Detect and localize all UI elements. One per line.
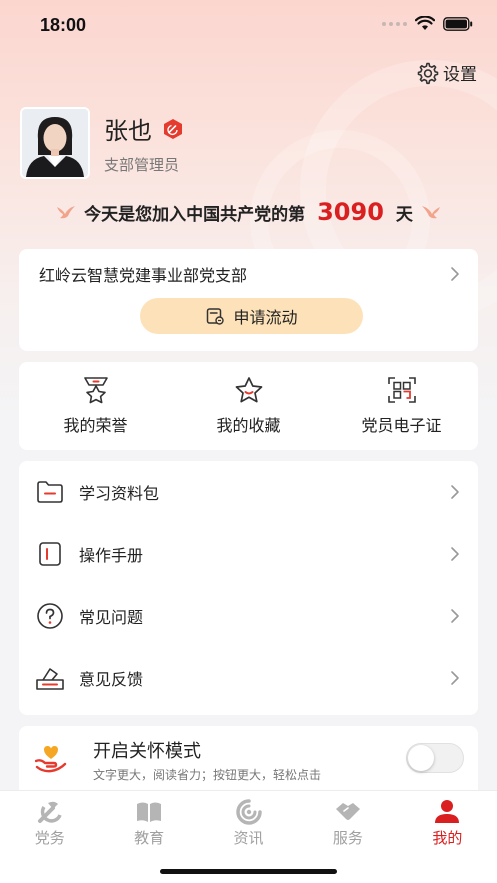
menu-item-manual[interactable]: 操作手册: [19, 523, 478, 585]
quick-action-label: 我的收藏: [216, 416, 281, 435]
star-icon: [235, 377, 262, 403]
branch-row[interactable]: 红岭云智慧党建事业部党支部: [39, 262, 460, 286]
menu-item-label: 意见反馈: [79, 670, 144, 689]
tab-education[interactable]: 教育: [99, 791, 198, 853]
care-mode-title: 开启关怀模式: [93, 741, 201, 762]
quick-action-label: 党员电子证: [361, 416, 442, 435]
care-mode-toggle[interactable]: [406, 743, 464, 773]
battery-icon: [443, 16, 473, 31]
tab-party-affairs[interactable]: 党务: [0, 791, 99, 853]
chevron-right-icon: [451, 547, 459, 561]
quick-action-honors[interactable]: 我的荣誉: [19, 362, 172, 450]
tab-mine[interactable]: 我的: [398, 791, 497, 853]
quick-actions-card: 我的荣誉 我的收藏 党员电子证: [19, 362, 478, 450]
book-icon: [137, 802, 162, 822]
tab-news[interactable]: 资讯: [199, 791, 298, 853]
status-bar: 18:00: [0, 0, 497, 50]
tab-label: 党务: [34, 829, 65, 847]
apply-transfer-button[interactable]: 申请流动: [140, 298, 363, 334]
settings-button[interactable]: 设置: [415, 60, 477, 85]
membership-days: 3090: [317, 198, 384, 226]
dove-right-icon: [421, 206, 440, 219]
user-icon: [435, 800, 460, 823]
branch-name: 红岭云智慧党建事业部党支部: [39, 266, 248, 285]
care-hands-icon: [35, 746, 67, 773]
menu-item-feedback[interactable]: 意见反馈: [19, 647, 478, 709]
handshake-icon: [335, 803, 360, 820]
qr-scan-icon: [387, 377, 416, 403]
quick-action-favorites[interactable]: 我的收藏: [172, 362, 325, 450]
settings-label: 设置: [443, 65, 477, 85]
gear-icon: [417, 62, 439, 84]
chevron-right-icon: [451, 485, 459, 499]
tab-label: 我的: [432, 829, 463, 847]
party-emblem-icon: [37, 801, 62, 823]
user-name: 张也: [104, 117, 152, 145]
apply-transfer-label: 申请流动: [233, 308, 298, 327]
banner-suffix: 天: [395, 204, 413, 225]
care-mode-description: 文字更大，阅读省力；按钮更大，轻松点击: [93, 768, 322, 782]
profile-section[interactable]: 张也 支部管理员: [20, 107, 184, 179]
status-time: 18:00: [40, 15, 87, 35]
chevron-right-icon: [451, 671, 459, 685]
toggle-knob: [408, 745, 434, 771]
quick-action-label: 我的荣誉: [63, 416, 128, 435]
chevron-right-icon: [451, 267, 459, 281]
menu-item-label: 常见问题: [79, 608, 144, 627]
cellular-signal-icon: [382, 21, 407, 26]
home-indicator: [160, 869, 337, 874]
menu-list-card: 学习资料包 操作手册 常见问题 意见反馈: [19, 461, 478, 715]
party-badge-icon: [164, 118, 182, 139]
news-icon: [235, 799, 262, 825]
tab-services[interactable]: 服务: [298, 791, 397, 853]
folder-icon: [37, 481, 63, 503]
wifi-icon: [415, 16, 435, 30]
user-role: 支部管理员: [104, 156, 180, 174]
membership-days-banner: 今天是您加入中国共产党的第 3090 天: [0, 198, 497, 226]
tab-label: 教育: [134, 829, 165, 847]
dove-left-icon: [57, 206, 76, 219]
menu-item-label: 操作手册: [79, 546, 144, 565]
tab-label: 服务: [332, 829, 363, 847]
transfer-doc-icon: [207, 308, 225, 325]
manual-icon: [39, 542, 61, 566]
banner-prefix: 今天是您加入中国共产党的第: [84, 204, 306, 225]
branch-card: 红岭云智慧党建事业部党支部 申请流动: [19, 249, 478, 351]
tab-label: 资讯: [233, 829, 264, 847]
question-icon: [37, 603, 63, 629]
chevron-right-icon: [451, 609, 459, 623]
feedback-icon: [36, 668, 64, 690]
avatar[interactable]: [20, 107, 90, 179]
quick-action-member-card[interactable]: 党员电子证: [325, 362, 478, 450]
menu-item-study-materials[interactable]: 学习资料包: [19, 461, 478, 523]
menu-item-faq[interactable]: 常见问题: [19, 585, 478, 647]
menu-item-label: 学习资料包: [79, 484, 160, 503]
medal-icon: [83, 377, 108, 404]
